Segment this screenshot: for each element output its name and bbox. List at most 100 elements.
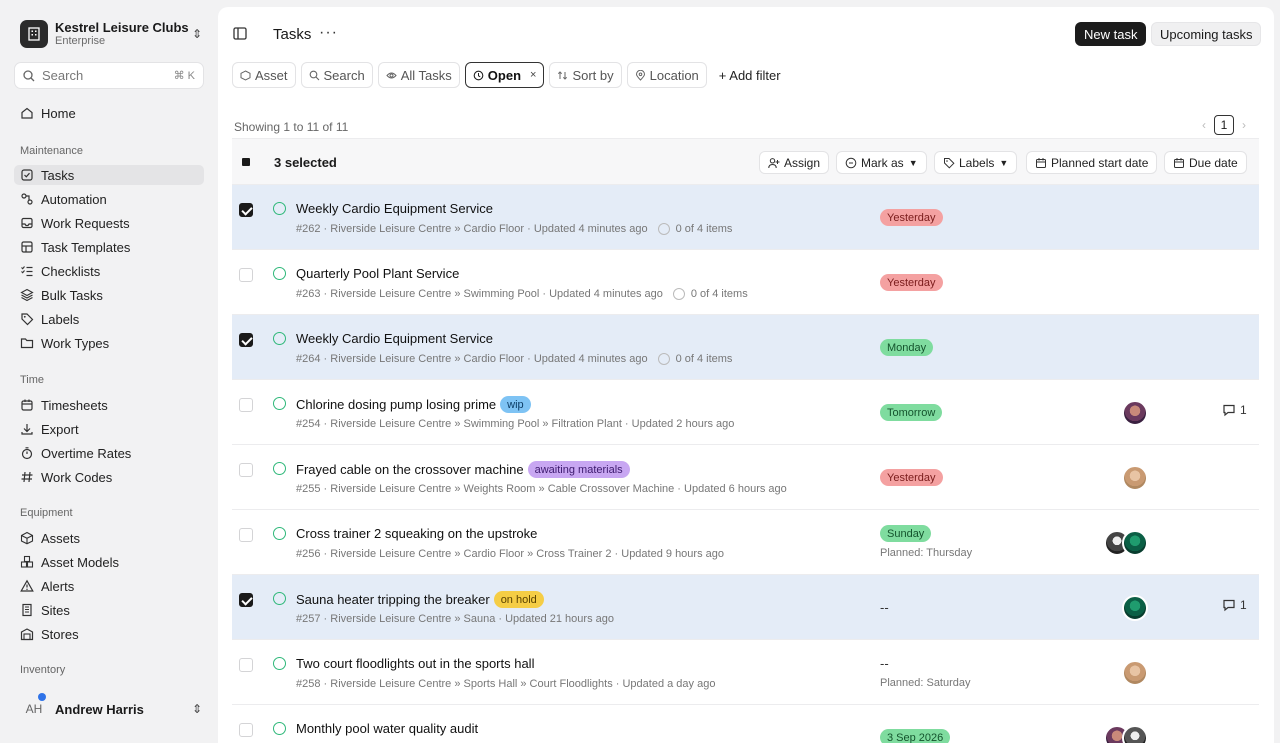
layers-icon — [20, 288, 34, 302]
table-row[interactable]: Sauna heater tripping the breaker on hold… — [232, 575, 1259, 640]
upcoming-tasks-button[interactable]: Upcoming tasks — [1151, 22, 1262, 46]
table-row[interactable]: Chlorine dosing pump losing prime wip #25… — [232, 380, 1259, 445]
assignees[interactable] — [1122, 400, 1148, 426]
row-checkbox[interactable] — [239, 593, 253, 607]
sidebar-item-work-types[interactable]: Work Types — [14, 333, 204, 353]
prev-page-button[interactable]: ‹ — [1194, 118, 1214, 132]
comment-count[interactable]: 1 — [1222, 598, 1247, 612]
planned-start-date-button[interactable]: Planned start date — [1026, 151, 1158, 174]
select-all-checkbox[interactable] — [242, 158, 250, 166]
user-menu[interactable]: AH Andrew Harris ⇕ — [20, 693, 202, 721]
table-row[interactable]: Weekly Cardio Equipment Service #264 · R… — [232, 315, 1259, 380]
filter-label: Search — [323, 67, 365, 83]
sidebar-item-alerts[interactable]: Alerts — [14, 576, 204, 596]
open-status-icon[interactable] — [273, 657, 286, 670]
open-status-icon[interactable] — [273, 202, 286, 215]
table-row[interactable]: Cross trainer 2 squeaking on the upstrok… — [232, 510, 1259, 575]
open-status-icon[interactable] — [273, 397, 286, 410]
sidebar-item-sites[interactable]: Sites — [14, 600, 204, 620]
filter-asset[interactable]: Asset — [232, 62, 296, 88]
task-title[interactable]: Weekly Cardio Equipment Service — [296, 201, 493, 216]
sidebar-item-bulk-tasks[interactable]: Bulk Tasks — [14, 285, 204, 305]
sidebar-item-label: Stores — [41, 626, 79, 642]
sidebar-item-labels[interactable]: Labels — [14, 309, 204, 329]
filter-all-tasks[interactable]: All Tasks — [377, 62, 460, 88]
chevron-updown-icon: ⇕ — [191, 702, 202, 716]
comment-icon — [1223, 599, 1235, 612]
filter-open[interactable]: Open × — [464, 62, 545, 88]
open-status-icon[interactable] — [273, 267, 286, 280]
task-title[interactable]: Chlorine dosing pump losing prime — [296, 397, 496, 412]
row-checkbox[interactable] — [239, 268, 253, 282]
task-title[interactable]: Frayed cable on the crossover machine — [296, 462, 524, 477]
sidebar-item-automation[interactable]: Automation — [14, 189, 204, 209]
new-task-button[interactable]: New task — [1075, 22, 1147, 46]
assignees[interactable] — [1122, 465, 1148, 491]
task-title[interactable]: Quarterly Pool Plant Service — [296, 266, 459, 281]
table-row[interactable]: Frayed cable on the crossover machine awa… — [232, 445, 1259, 510]
row-checkbox[interactable] — [239, 398, 253, 412]
open-status-icon[interactable] — [273, 527, 286, 540]
comment-count[interactable]: 1 — [1222, 403, 1247, 417]
add-filter-button[interactable]: + Add filter — [712, 62, 788, 88]
table-row[interactable]: Two court floodlights out in the sports … — [232, 640, 1259, 705]
table-row[interactable]: Monthly pool water quality audit 3 Sep 2… — [232, 705, 1259, 743]
building-icon — [28, 27, 40, 41]
sidebar-item-home[interactable]: Home — [14, 103, 204, 123]
open-status-icon[interactable] — [273, 462, 286, 475]
open-status-icon[interactable] — [273, 332, 286, 345]
sidebar-item-checklists[interactable]: Checklists — [14, 261, 204, 281]
table-row[interactable]: Quarterly Pool Plant Service #263 · Rive… — [232, 250, 1259, 315]
sidebar-item-work-requests[interactable]: Work Requests — [14, 213, 204, 233]
table-row[interactable]: Weekly Cardio Equipment Service #262 · R… — [232, 185, 1259, 250]
due-date-button[interactable]: Due date — [1164, 151, 1247, 174]
sidebar-item-task-templates[interactable]: Task Templates — [14, 237, 204, 257]
assign-button[interactable]: Assign — [759, 151, 830, 174]
assignees[interactable] — [1122, 660, 1148, 686]
sort-by-button[interactable]: Sort by — [549, 62, 622, 88]
sidebar-toggle-icon[interactable] — [232, 26, 250, 42]
org-switcher[interactable]: Kestrel Leisure Clubs Enterprise ⇕ — [20, 18, 202, 50]
next-page-button[interactable]: › — [1234, 118, 1254, 132]
search-placeholder: Search — [42, 68, 84, 83]
sidebar-item-timesheets[interactable]: Timesheets — [14, 395, 204, 415]
sidebar-item-label: Export — [41, 421, 79, 437]
row-checkbox[interactable] — [239, 333, 253, 347]
sidebar-item-assets[interactable]: Assets — [14, 528, 204, 548]
open-status-icon[interactable] — [273, 592, 286, 605]
sidebar-item-asset-models[interactable]: Asset Models — [14, 552, 204, 572]
row-checkbox[interactable] — [239, 528, 253, 542]
topbar: Tasks ··· New task Upcoming tasks — [218, 7, 1274, 61]
sidebar-item-label: Overtime Rates — [41, 445, 132, 461]
sidebar-item-export[interactable]: Export — [14, 419, 204, 439]
row-checkbox[interactable] — [239, 463, 253, 477]
close-icon[interactable]: × — [530, 69, 536, 81]
page-number[interactable]: 1 — [1214, 115, 1234, 135]
task-title[interactable]: Two court floodlights out in the sports … — [296, 656, 534, 671]
task-title[interactable]: Sauna heater tripping the breaker — [296, 592, 490, 607]
nav-home-group: Home — [14, 103, 204, 127]
filter-search[interactable]: Search — [300, 62, 373, 88]
assignees[interactable] — [1104, 725, 1148, 743]
assignees[interactable] — [1122, 595, 1148, 621]
sidebar-search[interactable]: Search ⌘ K — [14, 62, 204, 89]
task-title[interactable]: Weekly Cardio Equipment Service — [296, 331, 493, 346]
labels-button[interactable]: Labels ▼ — [934, 151, 1018, 174]
sidebar-item-work-codes[interactable]: Work Codes — [14, 467, 204, 487]
row-checkbox[interactable] — [239, 723, 253, 737]
sidebar-item-tasks[interactable]: Tasks — [14, 165, 204, 185]
results-count: Showing 1 to 11 of 11 — [234, 120, 349, 134]
assignees[interactable] — [1104, 530, 1148, 556]
task-title[interactable]: Monthly pool water quality audit — [296, 721, 478, 736]
open-status-icon[interactable] — [273, 722, 286, 735]
sidebar-item-stores[interactable]: Stores — [14, 624, 204, 644]
task-meta: #255 · Riverside Leisure Centre » Weight… — [296, 483, 787, 495]
row-checkbox[interactable] — [239, 203, 253, 217]
mark-as-button[interactable]: Mark as ▼ — [836, 151, 927, 174]
more-options-icon[interactable]: ··· — [319, 24, 338, 42]
task-title[interactable]: Cross trainer 2 squeaking on the upstrok… — [296, 526, 537, 541]
row-checkbox[interactable] — [239, 658, 253, 672]
comment-count-value: 1 — [1240, 598, 1247, 612]
sidebar-item-overtime-rates[interactable]: Overtime Rates — [14, 443, 204, 463]
filter-location[interactable]: Location — [626, 62, 707, 88]
